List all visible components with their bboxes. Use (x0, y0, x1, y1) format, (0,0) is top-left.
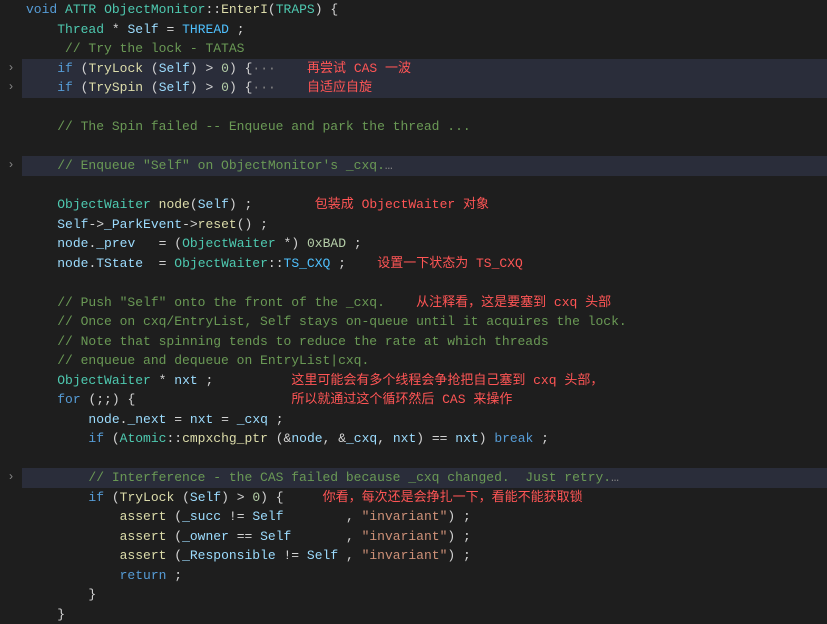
fold-marker[interactable]: › (0, 78, 22, 98)
code-line: node._next = nxt = _cxq ; (22, 410, 827, 430)
code-line: node.TState = ObjectWaiter::TS_CXQ ; 设置一… (22, 254, 827, 274)
code-line (22, 98, 827, 118)
code-line (22, 176, 827, 196)
code-line: if (Atomic::cmpxchg_ptr (&node, &_cxq, n… (22, 429, 827, 449)
annotation: 设置一下状态为 TS_CXQ (377, 256, 523, 271)
code-line (22, 449, 827, 469)
annotation: 再尝试 CAS 一波 (307, 61, 411, 76)
code-line: Thread * Self = THREAD ; (22, 20, 827, 40)
code-line (22, 273, 827, 293)
code-line: if (TryLock (Self) > 0) {··· 再尝试 CAS 一波 (22, 59, 827, 79)
code-line: node._prev = (ObjectWaiter *) 0xBAD ; (22, 234, 827, 254)
code-line: // Try the lock - TATAS (22, 39, 827, 59)
code-line: // The Spin failed -- Enqueue and park t… (22, 117, 827, 137)
code-line: void ATTR ObjectMonitor::EnterI(TRAPS) { (22, 0, 827, 20)
annotation: 所以就通过这个循环然后 CAS 来操作 (291, 392, 512, 407)
code-line: } (22, 585, 827, 605)
fold-marker[interactable]: › (0, 59, 22, 79)
code-line: assert (_succ != Self , "invariant") ; (22, 507, 827, 527)
annotation: 包装成 ObjectWaiter 对象 (315, 197, 489, 212)
code-line: } (22, 605, 827, 624)
code-line: ObjectWaiter node(Self) ; 包装成 ObjectWait… (22, 195, 827, 215)
code-editor: › › › › void ATTR ObjectMonitor::EnterI(… (0, 0, 827, 624)
code-line: // Note that spinning tends to reduce th… (22, 332, 827, 352)
code-line (22, 137, 827, 157)
code-line: // Enqueue "Self" on ObjectMonitor's _cx… (22, 156, 827, 176)
code-line: ObjectWaiter * nxt ; 这里可能会有多个线程会争抢把自己塞到 … (22, 371, 827, 391)
annotation: 自适应自旋 (307, 80, 372, 95)
code-line: assert (_Responsible != Self , "invarian… (22, 546, 827, 566)
annotation: 你看，每次还是会挣扎一下，看能不能获取锁 (323, 490, 583, 505)
code-line: // enqueue and dequeue on EntryList|cxq. (22, 351, 827, 371)
fold-gutter: › › › › (0, 0, 22, 624)
code-line: for (;;) { 所以就通过这个循环然后 CAS 来操作 (22, 390, 827, 410)
code-line: Self->_ParkEvent->reset() ; (22, 215, 827, 235)
code-line: return ; (22, 566, 827, 586)
annotation: 这里可能会有多个线程会争抢把自己塞到 cxq 头部， (291, 373, 603, 388)
code-line: // Push "Self" onto the front of the _cx… (22, 293, 827, 313)
code-content[interactable]: void ATTR ObjectMonitor::EnterI(TRAPS) {… (22, 0, 827, 624)
code-line: if (TrySpin (Self) > 0) {··· 自适应自旋 (22, 78, 827, 98)
code-line: // Once on cxq/EntryList, Self stays on-… (22, 312, 827, 332)
code-line: // Interference - the CAS failed because… (22, 468, 827, 488)
fold-marker[interactable]: › (0, 156, 22, 176)
fold-marker[interactable] (0, 0, 22, 20)
annotation: 从注释看，这是要塞到 cxq 头部 (416, 295, 611, 310)
code-line: if (TryLock (Self) > 0) { 你看，每次还是会挣扎一下，看… (22, 488, 827, 508)
code-line: assert (_owner == Self , "invariant") ; (22, 527, 827, 547)
fold-marker[interactable]: › (0, 468, 22, 488)
